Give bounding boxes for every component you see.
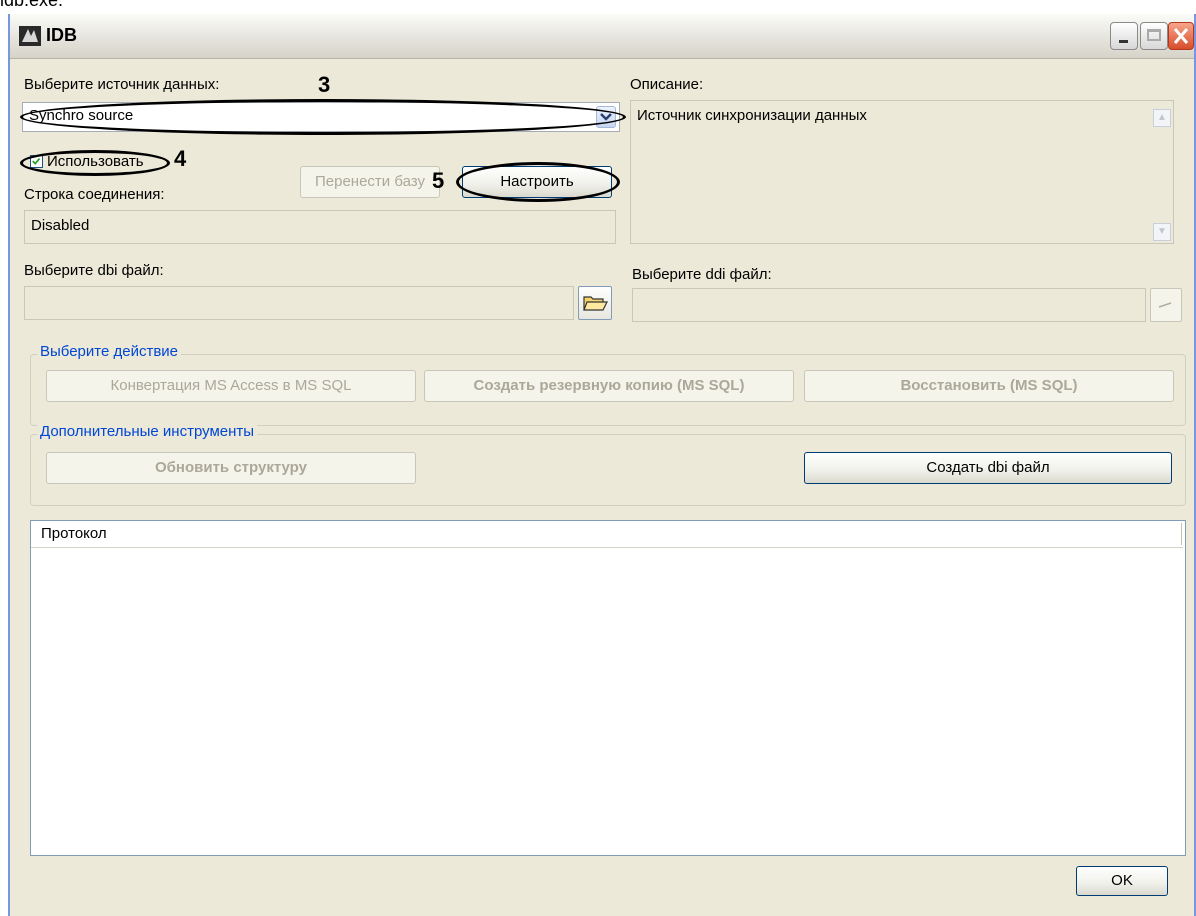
use-checkbox-row[interactable]: Использовать — [24, 152, 174, 174]
use-checkbox-label: Использовать — [47, 153, 144, 170]
update-structure-button[interactable]: Обновить структуру — [46, 452, 416, 484]
header-divider — [1181, 523, 1182, 545]
annotation-3: 3 — [318, 72, 331, 97]
scroll-up-icon[interactable]: ▲ — [1153, 109, 1171, 127]
use-checkbox[interactable] — [30, 155, 43, 168]
datasource-label: Выберите источник данных: — [24, 76, 220, 93]
restore-button[interactable]: Восстановить (MS SQL) — [804, 370, 1174, 402]
folder-open-icon — [583, 296, 608, 311]
maximize-icon — [1147, 29, 1161, 41]
idb-window: IDB Выберите источник данных: 3 Synchro … — [8, 14, 1196, 916]
protocol-header-label: Протокол — [41, 525, 107, 542]
protocol-list[interactable]: Протокол — [30, 520, 1186, 856]
connection-string-field[interactable]: Disabled — [24, 210, 616, 244]
annotation-5: 5 — [432, 168, 445, 193]
description-box: Источник синхронизации данных ▲ ▼ — [630, 100, 1174, 244]
create-dbi-button[interactable]: Создать dbi файл — [804, 452, 1172, 484]
convert-button[interactable]: Конвертация MS Access в MS SQL — [46, 370, 416, 402]
close-icon — [1173, 28, 1189, 44]
dropdown-button[interactable] — [596, 106, 616, 128]
description-text: Источник синхронизации данных — [637, 107, 867, 124]
datasource-selected: Synchro source — [29, 107, 134, 124]
minimize-icon — [1119, 40, 1128, 43]
page-caption: idb.exe. — [0, 0, 64, 10]
tools-group-title: Дополнительные инструменты — [37, 423, 258, 440]
annotation-4: 4 — [174, 146, 187, 171]
backup-button[interactable]: Создать резервную копию (MS SQL) — [424, 370, 794, 402]
connection-label: Строка соединения: — [24, 186, 165, 203]
minimize-button[interactable] — [1110, 22, 1138, 50]
title-bar[interactable]: IDB — [10, 14, 1194, 59]
datasource-select[interactable]: Synchro source — [22, 102, 620, 132]
configure-button[interactable]: Настроить — [462, 166, 612, 198]
ddi-label: Выберите ddi файл: — [632, 266, 772, 283]
transfer-base-button[interactable]: Перенести базу — [300, 166, 440, 198]
ddi-browse-icon — [1158, 302, 1172, 308]
close-button[interactable] — [1168, 22, 1194, 50]
action-group-title: Выберите действие — [37, 343, 182, 360]
maximize-button[interactable] — [1140, 22, 1168, 50]
app-icon — [19, 26, 41, 46]
scroll-down-icon[interactable]: ▼ — [1153, 223, 1171, 241]
ddi-field[interactable] — [632, 288, 1146, 322]
dbi-browse-button[interactable] — [578, 286, 612, 320]
chevron-down-icon — [600, 113, 612, 121]
check-icon — [32, 157, 41, 165]
ddi-browse-button[interactable] — [1150, 288, 1182, 322]
dbi-field[interactable] — [24, 286, 574, 320]
window-title: IDB — [46, 25, 77, 45]
description-label: Описание: — [630, 76, 704, 93]
ok-button[interactable]: OK — [1076, 866, 1168, 896]
dbi-label: Выберите dbi файл: — [24, 262, 164, 279]
protocol-header[interactable]: Протокол — [31, 521, 1183, 548]
